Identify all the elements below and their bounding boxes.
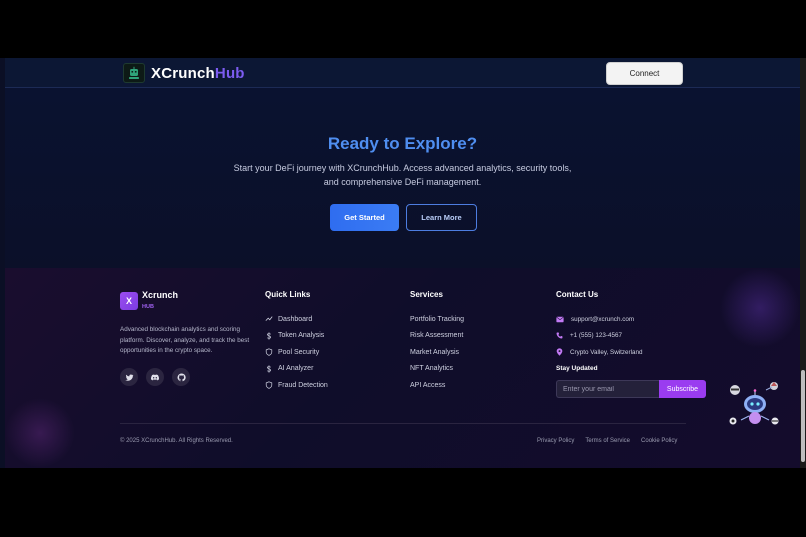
dollar-icon [267, 365, 271, 373]
contact-phone-text: +1 (555) 123-4567 [570, 332, 622, 340]
quick-link-label: Dashboard [278, 315, 313, 323]
scrollbar-thumb[interactable] [801, 370, 805, 462]
shield-icon [265, 381, 273, 389]
service-link[interactable]: Portfolio Tracking [410, 311, 464, 328]
quick-link-pool-security[interactable]: Pool Security [265, 344, 328, 361]
subscribe-button[interactable]: Subscribe [659, 380, 706, 398]
logo-robot-icon [123, 63, 145, 83]
logo-text-accent: Hub [214, 64, 245, 82]
terms-of-service-link[interactable]: Terms of Service [585, 438, 630, 444]
footer-glow [5, 398, 75, 468]
services-title: Services [410, 290, 443, 299]
learn-more-button[interactable]: Learn More [406, 204, 477, 231]
copyright: © 2025 XCrunchHub. All Rights Reserved. [120, 438, 233, 444]
quick-links-title: Quick Links [265, 290, 311, 299]
cta-description: Start your DeFi journey with XCrunchHub.… [233, 163, 572, 187]
contact-email[interactable]: support@xcrunch.com [556, 311, 643, 328]
footer-glow [720, 268, 800, 348]
cta-section: Ready to Explore? Start your DeFi journe… [5, 88, 800, 268]
get-started-button[interactable]: Get Started [330, 204, 399, 231]
page-content: XCrunchHub Connect Ready to Explore? Sta… [5, 58, 800, 468]
contact-email-text: support@xcrunch.com [571, 315, 635, 323]
quick-link-token-analysis[interactable]: Token Analysis [265, 328, 328, 345]
legal-links: Privacy Policy Terms of Service Cookie P… [537, 438, 677, 444]
github-icon[interactable] [172, 368, 190, 386]
contact-column: Contact Us support@xcrunch.com +1 (555) … [556, 290, 706, 398]
brand-mark: X [120, 292, 138, 310]
service-link[interactable]: API Access [410, 377, 464, 394]
navbar: XCrunchHub Connect [5, 58, 800, 88]
service-link[interactable]: NFT Analytics [410, 361, 464, 378]
cta-title: Ready to Explore? [327, 134, 478, 153]
mail-icon [556, 316, 564, 323]
social-links [120, 368, 190, 386]
trend-icon [265, 316, 273, 322]
brand-subtitle: HUB [142, 304, 154, 310]
services-column: Services Portfolio Tracking Risk Assessm… [410, 290, 464, 394]
discord-icon[interactable] [146, 368, 164, 386]
newsletter-form: Subscribe [556, 380, 706, 398]
browser-viewport: XCrunchHub Connect Ready to Explore? Sta… [0, 58, 806, 468]
quick-link-fraud-detection[interactable]: Fraud Detection [265, 377, 328, 394]
newsletter-email-input[interactable] [556, 380, 659, 398]
logo-text: XCrunchHub [151, 65, 245, 82]
brand-description: Advanced blockchain analytics and scorin… [120, 326, 250, 354]
privacy-policy-link[interactable]: Privacy Policy [537, 438, 574, 444]
contact-location-text: Crypto Valley, Switzerland [570, 348, 643, 356]
cookie-policy-link[interactable]: Cookie Policy [641, 438, 677, 444]
location-pin-icon [556, 348, 563, 356]
stay-updated-title: Stay Updated [556, 365, 598, 372]
service-link[interactable]: Market Analysis [410, 344, 464, 361]
quick-link-label: AI Analyzer [278, 365, 314, 373]
footer-divider [120, 423, 686, 424]
service-link[interactable]: Risk Assessment [410, 328, 464, 345]
quick-links-column: Quick Links Dashboard Token Analysis Poo… [265, 290, 328, 394]
scrollbar[interactable] [800, 58, 806, 468]
contact-location: Crypto Valley, Switzerland [556, 344, 643, 361]
quick-link-dashboard[interactable]: Dashboard [265, 311, 328, 328]
twitter-icon[interactable] [120, 368, 138, 386]
connect-button[interactable]: Connect [606, 62, 683, 85]
dollar-icon [267, 332, 271, 340]
shield-icon [265, 348, 273, 356]
quick-link-label: Pool Security [278, 348, 320, 356]
footer: X Xcrunch HUB Advanced blockchain analyt… [5, 268, 800, 468]
quick-link-ai-analyzer[interactable]: AI Analyzer [265, 361, 328, 378]
contact-phone[interactable]: +1 (555) 123-4567 [556, 328, 643, 345]
quick-link-label: Token Analysis [278, 332, 325, 340]
logo-text-main: XCrunch [151, 64, 215, 82]
brand-name: Xcrunch [142, 290, 179, 300]
robot-mascot-icon[interactable] [722, 380, 782, 432]
phone-icon [556, 332, 563, 339]
quick-link-label: Fraud Detection [278, 381, 328, 389]
logo[interactable]: XCrunchHub [123, 63, 245, 83]
contact-title: Contact Us [556, 290, 599, 299]
